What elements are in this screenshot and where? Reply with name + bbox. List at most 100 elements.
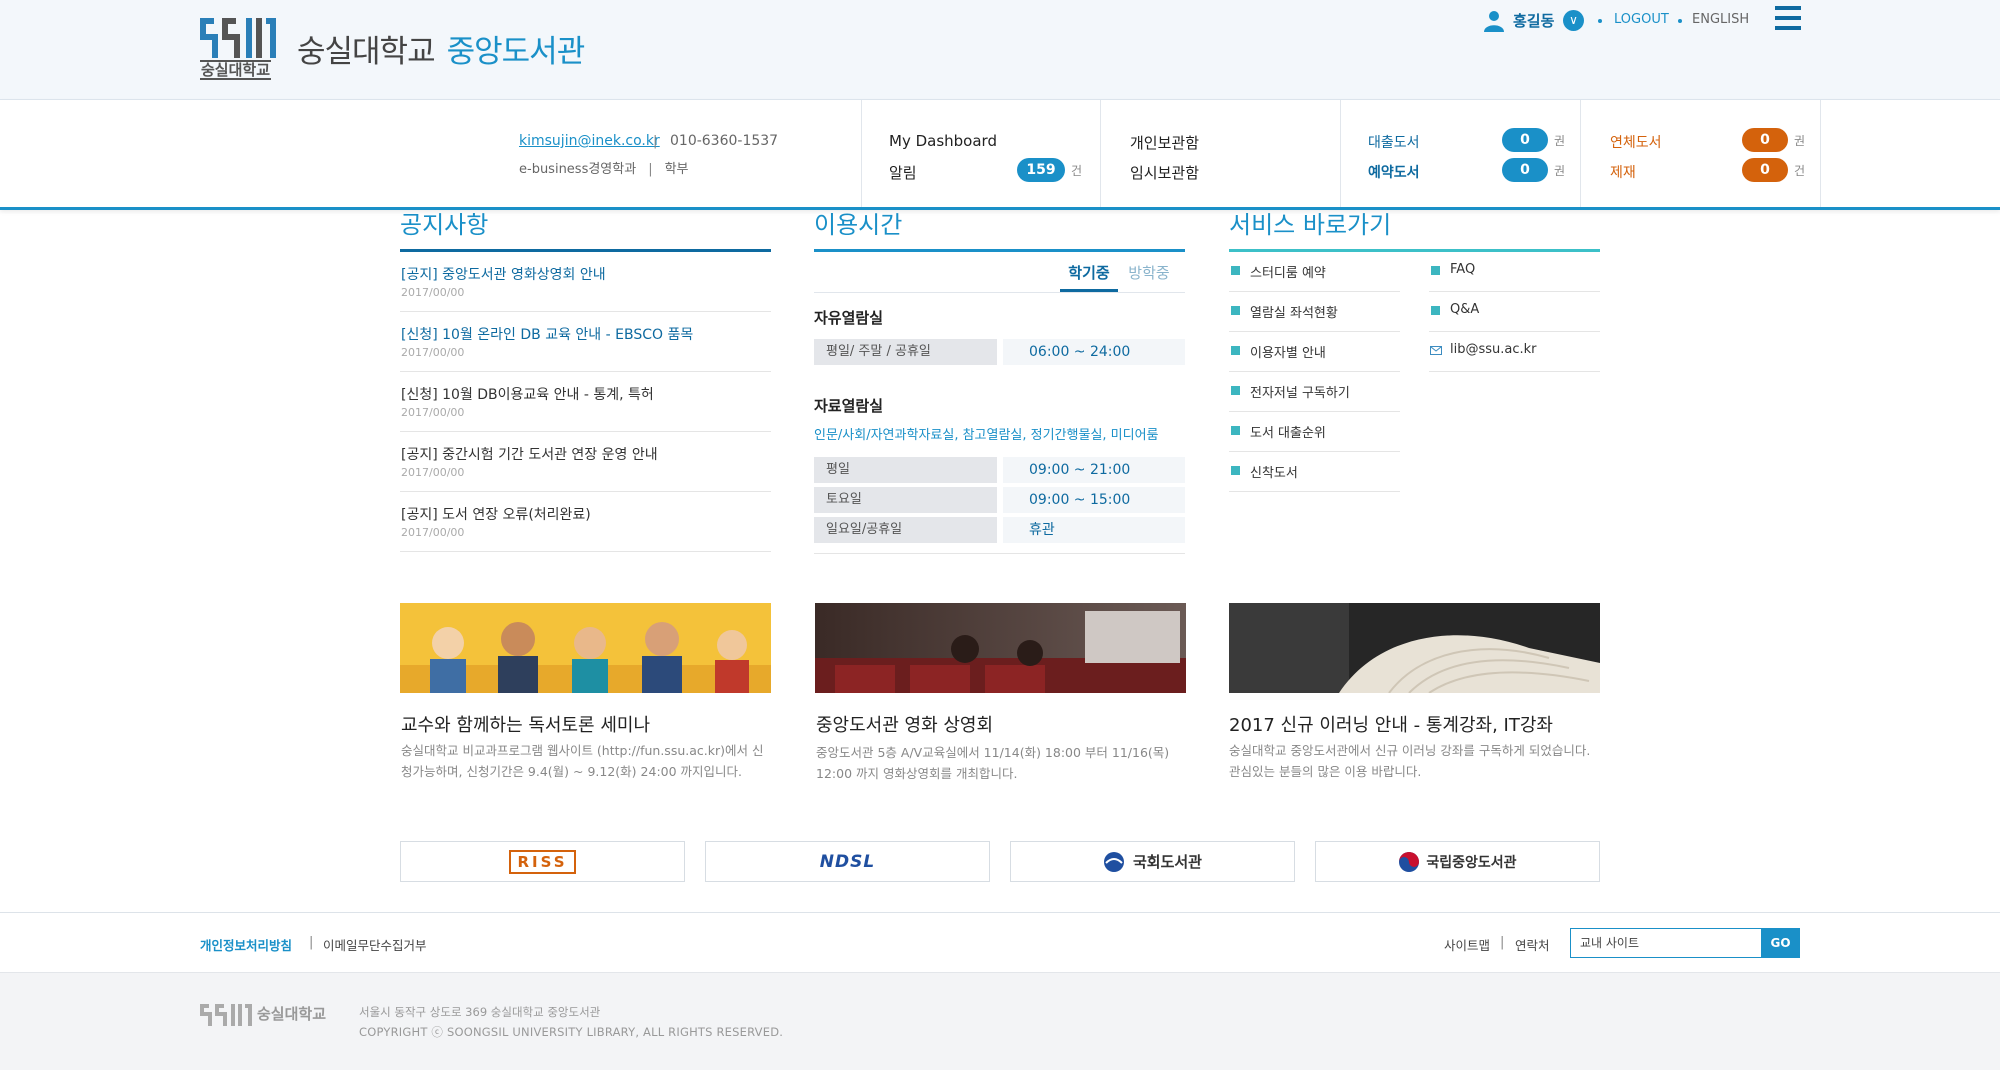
taegeuk-icon: [1399, 851, 1420, 872]
logo-text[interactable]: 숭실대학교: [200, 60, 272, 80]
service-seat-status[interactable]: 열람실 좌석현황: [1229, 292, 1400, 332]
service-section-title: 서비스 바로가기: [1229, 211, 1392, 239]
chevron-down-icon[interactable]: ∨: [1563, 10, 1584, 31]
service-ejournal[interactable]: 전자저널 구독하기: [1229, 372, 1400, 412]
contact-link[interactable]: 연락처: [1515, 935, 1550, 954]
campus-site-select[interactable]: 교내 사이트: [1570, 928, 1762, 958]
loan-count-badge[interactable]: 0: [1502, 128, 1548, 152]
tab-vacation[interactable]: 방학중: [1118, 262, 1180, 292]
notice-item[interactable]: [신청] 10월 DB이용교육 안내 - 통계, 특허 2017/00/00: [400, 372, 771, 432]
movie-screening-image[interactable]: [815, 603, 1186, 693]
notice-date: 2017/00/00: [401, 346, 465, 359]
service-email[interactable]: lib@ssu.ac.kr: [1429, 332, 1600, 372]
card-description: 중앙도서관 5층 A/V교육실에서 11/14(화) 18:00 부터 11/1…: [816, 745, 1170, 781]
profile-email-link[interactable]: kimsujin@inek.co.kr: [519, 133, 660, 149]
service-label[interactable]: 스터디룸 예약: [1250, 262, 1326, 281]
notice-title[interactable]: [공지] 중간시험 기간 도서관 연장 운영 안내: [401, 444, 658, 464]
card-title[interactable]: 중앙도서관 영화 상영회: [816, 711, 993, 737]
logout-link[interactable]: LOGOUT: [1614, 12, 1669, 27]
go-button[interactable]: GO: [1761, 928, 1800, 958]
hamburger-menu-icon[interactable]: [1775, 6, 1801, 32]
service-label[interactable]: Q&A: [1450, 302, 1479, 317]
privacy-policy-link[interactable]: 개인정보처리방침: [200, 935, 292, 954]
email-refusal-link[interactable]: 이메일무단수집거부: [323, 935, 427, 954]
service-faq[interactable]: FAQ: [1429, 252, 1600, 292]
notice-title[interactable]: [공지] 도서 연장 오류(처리완료): [401, 504, 591, 524]
notice-item[interactable]: [공지] 도서 연장 오류(처리완료) 2017/00/00: [400, 492, 771, 552]
partner-national-library-link[interactable]: 국립중앙도서관: [1315, 841, 1600, 882]
partner-riss-link[interactable]: RISS: [400, 841, 685, 882]
national-assembly-library-logo: 국회도서관: [1132, 853, 1202, 871]
reserve-count-badge[interactable]: 0: [1502, 158, 1548, 182]
notice-title[interactable]: [공지] 중앙도서관 영화상영회 안내: [401, 264, 606, 284]
notice-item[interactable]: [신청] 10월 온라인 DB 교육 안내 - EBSCO 품목 2017/00/…: [400, 312, 771, 372]
hours-row: 토요일 09:00 ~ 15:00: [814, 487, 1185, 513]
personal-shelf-link[interactable]: 개인보관함: [1130, 132, 1199, 153]
material-room-title: 자료열람실: [814, 397, 884, 415]
hours-section-title: 이용시간: [814, 211, 903, 239]
notice-title[interactable]: [신청] 10월 DB이용교육 안내 - 통계, 특허: [401, 384, 654, 404]
sitemap-link[interactable]: 사이트맵: [1444, 935, 1490, 954]
separator: |: [309, 935, 314, 950]
divider: [1100, 100, 1101, 207]
bullet-square-icon: [1231, 306, 1240, 315]
national-library-logo: 국립중앙도서관: [1426, 854, 1517, 871]
restriction-link[interactable]: 제재: [1610, 162, 1636, 182]
service-qna[interactable]: Q&A: [1429, 292, 1600, 332]
service-label[interactable]: 도서 대출순위: [1250, 422, 1326, 441]
service-label[interactable]: FAQ: [1450, 262, 1475, 277]
service-loan-ranking[interactable]: 도서 대출순위: [1229, 412, 1400, 452]
loan-books-link[interactable]: 대출도서: [1368, 132, 1420, 152]
service-new-books[interactable]: 신착도서: [1229, 452, 1400, 492]
notice-date: 2017/00/00: [401, 406, 465, 419]
temp-shelf-link[interactable]: 임시보관함: [1130, 162, 1199, 183]
footer-logo-text: 숭실대학교: [257, 1005, 327, 1023]
open-book-image[interactable]: [1229, 603, 1600, 693]
english-link[interactable]: ENGLISH: [1692, 12, 1749, 27]
alarm-unit: 건: [1071, 164, 1083, 178]
service-label[interactable]: 열람실 좌석현황: [1250, 302, 1338, 321]
my-dashboard-link[interactable]: My Dashboard: [889, 132, 997, 150]
notice-title[interactable]: [신청] 10월 온라인 DB 교육 안내 - EBSCO 품목: [401, 324, 693, 344]
restriction-count-badge[interactable]: 0: [1742, 158, 1788, 182]
service-label[interactable]: 전자저널 구독하기: [1250, 382, 1350, 401]
tab-semester[interactable]: 학기중: [1060, 262, 1118, 292]
tab-underline: [814, 292, 1185, 293]
service-label[interactable]: lib@ssu.ac.kr: [1450, 342, 1537, 357]
overdue-books-link[interactable]: 연체도서: [1610, 132, 1662, 152]
alarm-count-badge[interactable]: 159: [1017, 158, 1065, 182]
partner-ndsl-link[interactable]: NDSL: [705, 841, 990, 882]
overdue-count-badge[interactable]: 0: [1742, 128, 1788, 152]
site-name-main: 숭실대학교: [297, 34, 436, 70]
service-label[interactable]: 신착도서: [1250, 462, 1298, 481]
loan-unit: 권: [1554, 134, 1566, 148]
restriction-unit: 건: [1794, 164, 1806, 178]
card-title[interactable]: 2017 신규 이러닝 안내 - 통계강좌, IT강좌: [1229, 711, 1553, 737]
alarm-label[interactable]: 알림: [889, 162, 917, 183]
card-title[interactable]: 교수와 함께하는 독서토론 세미나: [401, 711, 650, 737]
hours-row: 일요일/공휴일 휴관: [814, 517, 1185, 543]
service-user-guide[interactable]: 이용자별 안내: [1229, 332, 1400, 372]
notice-date: 2017/00/00: [401, 526, 465, 539]
user-name[interactable]: 홍길동: [1513, 10, 1554, 31]
partner-national-assembly-library-link[interactable]: 국회도서관: [1010, 841, 1295, 882]
profile-phone: 010-6360-1537: [670, 133, 779, 149]
notice-date: 2017/00/00: [401, 466, 465, 479]
site-name[interactable]: 숭실대학교 중앙도서관: [297, 26, 586, 71]
ssu-logo-icon[interactable]: [200, 18, 278, 62]
material-room-note: 인문/사회/자연과학자료실, 참고열람실, 정기간행물실, 미디어룸: [814, 428, 1159, 443]
service-study-room[interactable]: 스터디룸 예약: [1229, 252, 1400, 292]
notice-item[interactable]: [공지] 중간시험 기간 도서관 연장 운영 안내 2017/00/00: [400, 432, 771, 492]
service-label[interactable]: 이용자별 안내: [1250, 342, 1326, 361]
national-assembly-emblem-icon: [1103, 851, 1124, 872]
hours-label: 일요일/공휴일: [814, 517, 997, 543]
site-name-accent: 중앙도서관: [446, 34, 586, 70]
seminar-illustration-image[interactable]: [400, 603, 771, 693]
bullet-square-icon: [1231, 466, 1240, 475]
notice-item[interactable]: [공지] 중앙도서관 영화상영회 안내 2017/00/00: [400, 252, 771, 312]
separator-dot: [1678, 19, 1682, 23]
bullet-square-icon: [1231, 346, 1240, 355]
reserve-books-link[interactable]: 예약도서: [1368, 162, 1420, 182]
bullet-square-icon: [1231, 386, 1240, 395]
profile-dept: e-business경영학과 | 학부: [519, 158, 689, 177]
